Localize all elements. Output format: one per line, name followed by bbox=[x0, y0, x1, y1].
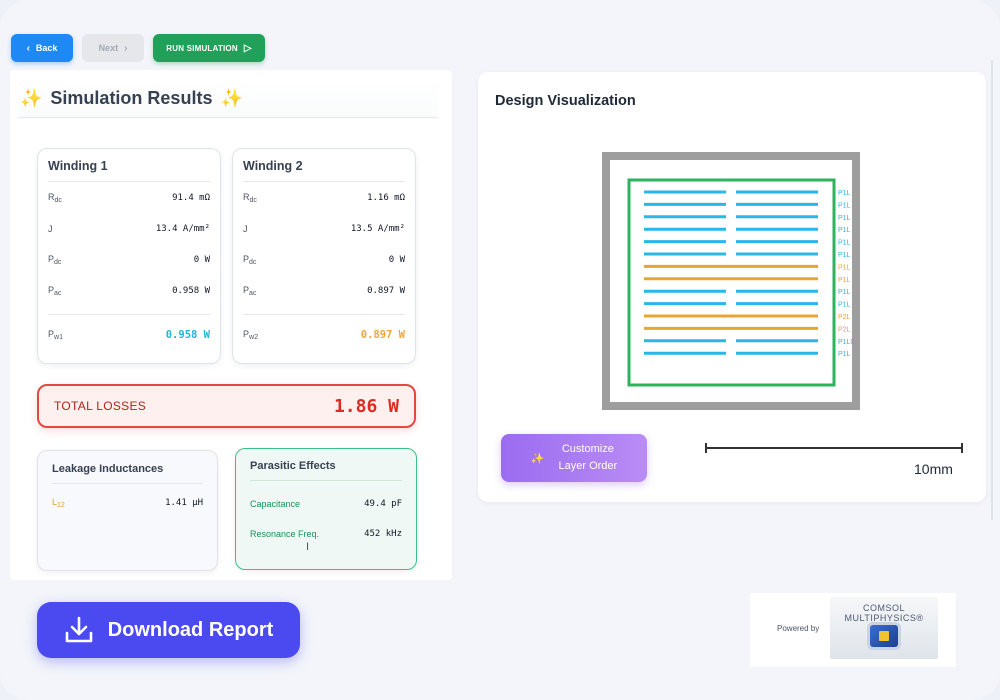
total-losses-value: 1.86 W bbox=[333, 395, 399, 417]
layer-label: P1L bbox=[838, 202, 851, 209]
pw-row: Pw1 0.958 W bbox=[48, 314, 210, 354]
next-button[interactable]: Next › bbox=[82, 34, 144, 62]
layer-label: P1L bbox=[838, 289, 851, 296]
design-visualization-panel: Design Visualization P1L P1L P1L P1L P1L P1L P… bbox=[478, 72, 986, 502]
layer-label: P1L bbox=[838, 302, 851, 309]
j-label: J bbox=[243, 223, 248, 234]
pw-row: Pw2 0.897 W bbox=[243, 314, 405, 354]
chevron-right-icon: › bbox=[124, 42, 128, 54]
layer-label: P1L bbox=[838, 264, 851, 271]
next-label: Next bbox=[98, 43, 119, 53]
layer-label: P1L bbox=[838, 277, 851, 284]
sparkle-icon: ✨ bbox=[530, 452, 545, 465]
l12-value: 1.41 µH bbox=[165, 498, 203, 508]
back-label: Back bbox=[35, 43, 58, 53]
rdc-label: Rdc bbox=[48, 191, 62, 204]
layer-label: P1L bbox=[838, 215, 851, 222]
rdc-label: Rdc bbox=[243, 191, 257, 204]
rdc-value: 1.16 mΩ bbox=[367, 192, 405, 203]
play-icon: ▷ bbox=[243, 42, 252, 54]
total-losses-card: TOTAL LOSSES 1.86 W bbox=[37, 384, 416, 428]
text-cursor-icon: I bbox=[306, 541, 310, 553]
comsol-badge: Powered by COMSOL MULTIPHYSICS® bbox=[750, 593, 956, 667]
winding-1-card: Winding 1 Rdc 91.4 mΩ J 13.4 A/mm² Pdc 0… bbox=[37, 148, 221, 364]
sparkle-icon: ✨ bbox=[20, 88, 43, 108]
layer-label: P1L bbox=[838, 252, 851, 259]
l12-label: L12 bbox=[52, 497, 65, 509]
resonance-row: Resonance Freq. 452 kHz bbox=[250, 519, 402, 549]
pac-value: 0.897 W bbox=[367, 285, 405, 296]
resonance-label: Resonance Freq. bbox=[250, 529, 320, 539]
parasitic-effects-card: Parasitic Effects Capacitance 49.4 pF Re… bbox=[235, 448, 417, 570]
design-title: Design Visualization bbox=[495, 93, 636, 109]
comsol-logo: COMSOL MULTIPHYSICS® bbox=[830, 597, 938, 659]
scale-bar bbox=[705, 443, 963, 453]
total-losses-label: TOTAL LOSSES bbox=[54, 399, 147, 413]
pdc-label: Pdc bbox=[48, 253, 62, 266]
download-label: Download Report bbox=[107, 618, 274, 641]
core-outline bbox=[602, 152, 860, 410]
pdc-row: Pdc 0 W bbox=[48, 244, 210, 275]
scale-label: 10mm bbox=[914, 461, 953, 477]
layer-label: P1L bbox=[838, 240, 851, 247]
results-header: ✨ Simulation Results ✨ bbox=[18, 80, 438, 118]
layer-label: P2L bbox=[838, 326, 851, 333]
pac-row: Pac 0.897 W bbox=[243, 275, 405, 306]
capacitance-row: Capacitance 49.4 pF bbox=[250, 489, 402, 519]
j-row: J 13.5 A/mm² bbox=[243, 213, 405, 244]
rdc-value: 91.4 mΩ bbox=[172, 192, 210, 203]
pw-label: Pw2 bbox=[243, 328, 258, 341]
rdc-row: Rdc 1.16 mΩ bbox=[243, 182, 405, 213]
pac-label: Pac bbox=[48, 284, 62, 297]
comsol-brand: COMSOL MULTIPHYSICS® bbox=[844, 603, 924, 623]
run-simulation-button[interactable]: RUN SIMULATION ▷ bbox=[153, 34, 265, 62]
pac-label: Pac bbox=[243, 284, 257, 297]
results-title: Simulation Results bbox=[50, 88, 213, 108]
customize-label: Customize Layer Order bbox=[558, 443, 618, 472]
winding-title: Winding 2 bbox=[243, 159, 405, 182]
pdc-value: 0 W bbox=[193, 254, 210, 265]
layer-label: P1L bbox=[838, 351, 851, 358]
rdc-row: Rdc 91.4 mΩ bbox=[48, 182, 210, 213]
j-value: 13.5 A/mm² bbox=[350, 223, 405, 234]
capacitance-value: 49.4 pF bbox=[364, 499, 402, 509]
pdc-label: Pdc bbox=[243, 253, 257, 266]
capacitance-label: Capacitance bbox=[250, 499, 301, 509]
layer-label: P1L0 bbox=[838, 339, 854, 346]
customize-layer-order-button[interactable]: ✨ Customize Layer Order bbox=[501, 434, 647, 482]
layer-label: P1L bbox=[838, 227, 851, 234]
transformer-cross-section: P1L P1L P1L P1L P1L P1L P1L P1L P1L P1L P2L P2L P1L0… bbox=[602, 152, 860, 410]
j-value: 13.4 A/mm² bbox=[155, 223, 210, 234]
layer-label: P2L bbox=[838, 314, 851, 321]
pdc-value: 0 W bbox=[388, 254, 405, 265]
pdc-row: Pdc 0 W bbox=[243, 244, 405, 275]
results-panel: ✨ Simulation Results ✨ Winding 1 Rdc 91.… bbox=[10, 70, 452, 580]
app-frame: ‹ Back Next › RUN SIMULATION ▷ ✨ Simulat… bbox=[0, 0, 1000, 700]
back-button[interactable]: ‹ Back bbox=[11, 34, 73, 62]
comsol-chip-icon bbox=[870, 625, 898, 647]
j-row: J 13.4 A/mm² bbox=[48, 213, 210, 244]
download-report-button[interactable]: Download Report bbox=[37, 602, 300, 658]
l12-row: L12 1.41 µH bbox=[52, 484, 203, 522]
resonance-value: 452 kHz bbox=[364, 529, 402, 539]
pac-row: Pac 0.958 W bbox=[48, 275, 210, 306]
run-label: RUN SIMULATION bbox=[166, 43, 238, 53]
powered-by-label: Powered by bbox=[777, 624, 820, 633]
pw-label: Pw1 bbox=[48, 328, 63, 341]
parasitic-title: Parasitic Effects bbox=[250, 460, 402, 481]
sparkle-icon: ✨ bbox=[220, 88, 243, 108]
pac-value: 0.958 W bbox=[172, 285, 210, 296]
scrollbar-track[interactable] bbox=[991, 60, 993, 520]
download-icon bbox=[65, 616, 93, 643]
winding-title: Winding 1 bbox=[48, 159, 210, 182]
step-nav: ‹ Back Next › RUN SIMULATION ▷ bbox=[11, 34, 265, 62]
layer-label: P1L bbox=[838, 190, 851, 197]
j-label: J bbox=[48, 223, 53, 234]
leakage-title: Leakage Inductances bbox=[52, 463, 203, 484]
leakage-inductances-card: Leakage Inductances L12 1.41 µH bbox=[37, 450, 218, 571]
pw2-value: 0.897 W bbox=[360, 328, 405, 341]
pw1-value: 0.958 W bbox=[165, 328, 210, 341]
winding-2-card: Winding 2 Rdc 1.16 mΩ J 13.5 A/mm² Pdc 0… bbox=[232, 148, 416, 364]
chevron-left-icon: ‹ bbox=[26, 42, 30, 54]
